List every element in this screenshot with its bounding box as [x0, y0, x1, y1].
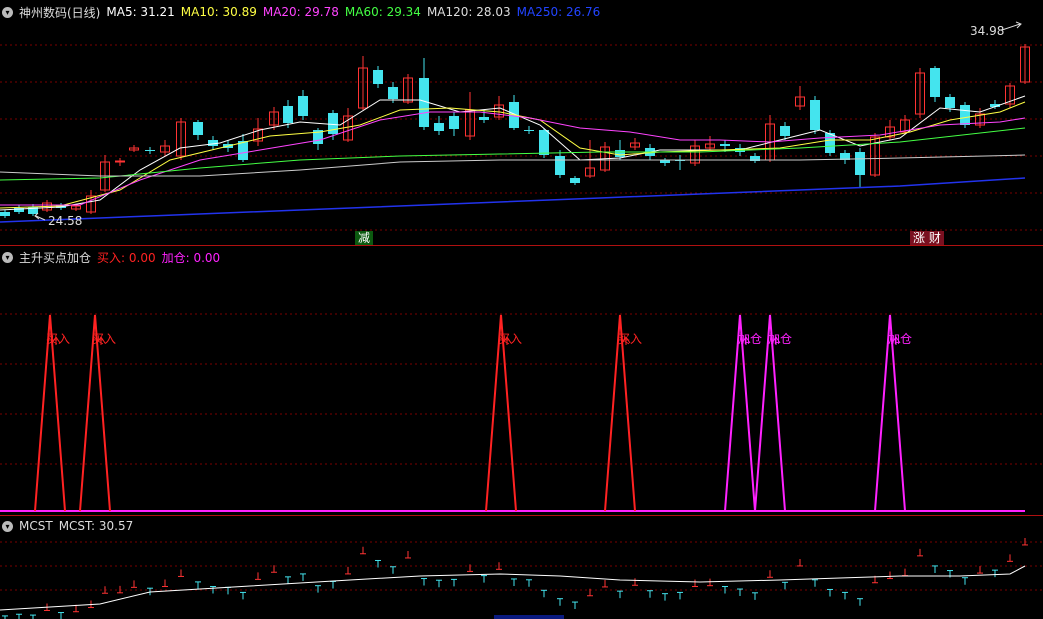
low-price-label: 24.58 [48, 214, 83, 228]
chevron-down-icon[interactable]: ▾ [2, 251, 13, 263]
candle-body [434, 123, 444, 131]
candle-body [720, 144, 730, 146]
signal-header: ▾ 主升买点加仓 买入: 0.00 加仓: 0.00 [2, 249, 220, 265]
ma60-value: MA60: 29.34 [344, 5, 421, 19]
price-chart-header: ▾ 神州数码(日线) MA5: 31.21 MA10: 30.89 MA20: … [2, 4, 600, 20]
signal-label: 买入 [618, 332, 643, 346]
ma5-value: MA5: 31.21 [106, 5, 175, 19]
candle-body [0, 212, 10, 216]
mcst-chart[interactable] [0, 516, 1043, 619]
candle-body [145, 150, 155, 151]
mcst-line [0, 565, 1026, 611]
mcst-indicator-panel[interactable]: ▾ MCST MCST: 30.57 [0, 516, 1043, 619]
ma250-line [0, 177, 1026, 223]
ma250-value: MA250: 26.76 [516, 5, 601, 19]
candle-body [930, 68, 940, 97]
signal-label: 加仓 [888, 332, 913, 346]
signal-label: 买入 [92, 332, 117, 346]
indicator-title: 主升买点加仓 [19, 250, 92, 265]
signal-spike-chart[interactable] [0, 245, 1043, 515]
signal-label: 买入 [498, 332, 523, 346]
chevron-down-icon[interactable]: ▾ [2, 520, 13, 532]
stock-title: 神州数码(日线) [19, 5, 101, 20]
mcst-header: ▾ MCST MCST: 30.57 [2, 518, 133, 534]
candle-body [298, 96, 308, 116]
candle-body [539, 130, 549, 155]
signal-label: 加仓 [768, 332, 793, 346]
candle-body [855, 152, 865, 175]
candle-body [780, 126, 790, 136]
signal-label: 加仓 [738, 332, 763, 346]
candle-body [388, 87, 398, 99]
candle-body [960, 105, 970, 125]
event-tag-right[interactable]: 涨 财 [910, 231, 944, 245]
signal-label: 买入 [46, 332, 71, 346]
signal-indicator-panel[interactable]: ▾ 主升买点加仓 买入: 0.00 加仓: 0.00 买入 买入 买入 买入 加… [0, 245, 1043, 515]
scroll-thumb [494, 615, 564, 619]
candle-body [825, 133, 835, 153]
add-value: 加仓: 0.00 [161, 250, 221, 265]
candle-body [373, 70, 383, 84]
high-pointer-icon [1001, 21, 1022, 31]
candle-body [524, 130, 534, 131]
candlestick-chart[interactable] [0, 0, 1043, 245]
candle-body [555, 156, 565, 175]
low-pointer-icon [34, 212, 46, 221]
event-tag-left[interactable]: 减 [355, 231, 374, 245]
candle-body [328, 113, 338, 134]
chevron-down-icon[interactable]: ▾ [2, 6, 13, 18]
candle-body [115, 160, 125, 163]
candle-body [615, 150, 625, 157]
ma10-value: MA10: 30.89 [180, 5, 257, 19]
mcst-value: MCST: 30.57 [58, 519, 134, 533]
price-chart-panel[interactable]: ▾ 神州数码(日线) MA5: 31.21 MA10: 30.89 MA20: … [0, 0, 1043, 245]
candle-body [193, 122, 203, 135]
ma20-value: MA20: 29.78 [262, 5, 339, 19]
candle-body [945, 97, 955, 108]
candle-body [449, 116, 459, 129]
candle-body [283, 106, 293, 123]
candle-body [810, 100, 820, 130]
ma120-value: MA120: 28.03 [426, 5, 511, 19]
candle-body [238, 141, 248, 160]
candle-body [570, 178, 580, 183]
mcst-title: MCST [19, 519, 53, 533]
high-price-label: 34.98 [970, 24, 1005, 38]
buy-value: 买入: 0.00 [97, 250, 156, 265]
candle-body [479, 117, 489, 120]
